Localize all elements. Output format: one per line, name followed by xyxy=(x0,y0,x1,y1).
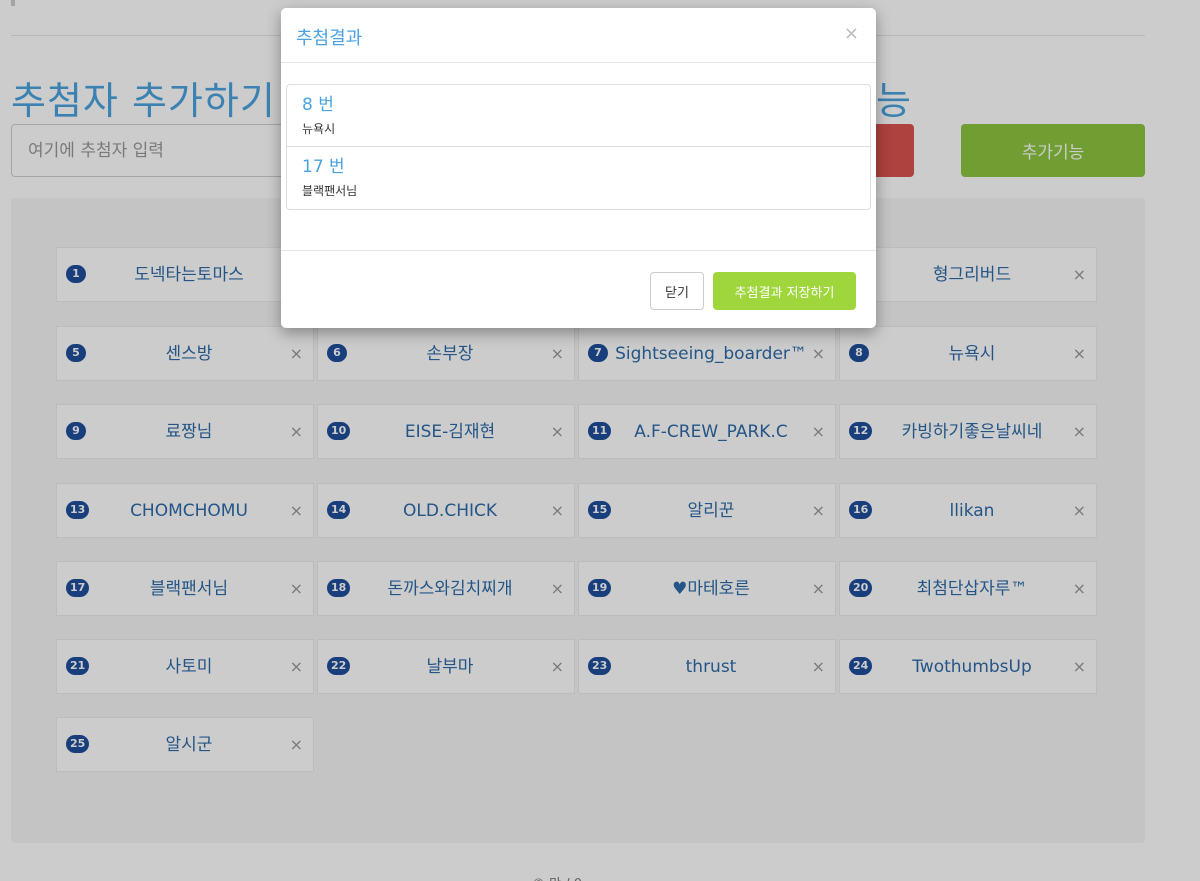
result-name: 블랙팬서님 xyxy=(302,184,358,198)
close-button[interactable]: 닫기 xyxy=(650,272,704,310)
result-name: 뉴욕시 xyxy=(302,122,336,136)
result-number: 8 번 xyxy=(302,95,334,115)
modal-header: 추첨결과 × xyxy=(281,8,876,63)
modal-title: 추첨결과 xyxy=(296,28,363,49)
save-results-button[interactable]: 추첨결과 저장하기 xyxy=(713,272,856,310)
result-number: 17 번 xyxy=(302,157,345,177)
modal-footer: 닫기 추첨결과 저장하기 xyxy=(281,250,876,328)
draw-result-modal: 추첨결과 × 8 번 뉴욕시 17 번 블랙팬서님 닫기 추첨결과 저장하기 xyxy=(281,8,876,328)
close-icon[interactable]: × xyxy=(844,25,859,43)
result-item: 8 번 뉴욕시 xyxy=(287,85,870,147)
result-list: 8 번 뉴욕시 17 번 블랙팬서님 xyxy=(286,84,871,210)
result-item: 17 번 블랙팬서님 xyxy=(287,147,870,209)
